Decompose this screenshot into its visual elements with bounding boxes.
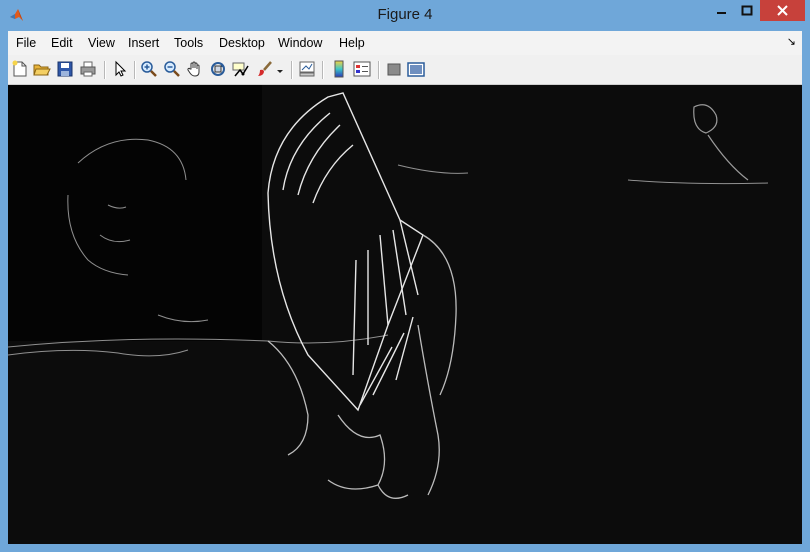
figure-toolbar bbox=[8, 55, 802, 85]
pan-icon[interactable] bbox=[186, 60, 204, 78]
menu-dock-arrow-icon[interactable]: ↘ bbox=[787, 35, 796, 48]
window-title: Figure 4 bbox=[377, 6, 433, 23]
menu-edit[interactable]: Edit bbox=[51, 36, 73, 50]
link-plot-icon[interactable] bbox=[298, 60, 316, 78]
zoom-out-icon[interactable] bbox=[163, 60, 181, 78]
toolbar-separator bbox=[134, 61, 136, 79]
figure-axes-image[interactable] bbox=[8, 85, 802, 544]
toolbar-separator bbox=[104, 61, 106, 79]
title-bar: Figure 4 bbox=[0, 0, 810, 31]
figure-window: Figure 4 File Edit View Insert Tools Des… bbox=[0, 0, 810, 552]
maximize-icon bbox=[741, 5, 753, 16]
edit-plot-icon[interactable] bbox=[111, 60, 129, 78]
rotate-3d-icon[interactable] bbox=[209, 60, 227, 78]
close-icon bbox=[777, 5, 788, 16]
menu-insert[interactable]: Insert bbox=[128, 36, 159, 50]
close-button[interactable] bbox=[760, 0, 805, 21]
hide-plot-tools-icon[interactable] bbox=[385, 60, 403, 78]
brush-icon[interactable] bbox=[256, 60, 274, 78]
open-file-icon[interactable] bbox=[33, 60, 51, 78]
menu-file[interactable]: File bbox=[16, 36, 36, 50]
menu-help[interactable]: Help bbox=[339, 36, 365, 50]
legend-icon[interactable] bbox=[353, 60, 371, 78]
save-icon[interactable] bbox=[56, 60, 74, 78]
menu-bar: File Edit View Insert Tools Desktop Wind… bbox=[8, 31, 802, 55]
minimize-icon bbox=[717, 12, 726, 14]
menu-desktop[interactable]: Desktop bbox=[219, 36, 265, 50]
toolbar-separator bbox=[322, 61, 324, 79]
print-icon[interactable] bbox=[79, 60, 97, 78]
menu-view[interactable]: View bbox=[88, 36, 115, 50]
menu-tools[interactable]: Tools bbox=[174, 36, 203, 50]
data-cursor-icon[interactable] bbox=[232, 60, 250, 78]
toolbar-separator bbox=[291, 61, 293, 79]
menu-window[interactable]: Window bbox=[278, 36, 322, 50]
show-plot-tools-icon[interactable] bbox=[407, 60, 425, 78]
toolbar-separator bbox=[378, 61, 380, 79]
zoom-in-icon[interactable] bbox=[140, 60, 158, 78]
minimize-button[interactable] bbox=[708, 0, 734, 21]
new-figure-icon[interactable] bbox=[11, 60, 29, 78]
brush-dropdown-icon[interactable] bbox=[276, 60, 284, 78]
maximize-button[interactable] bbox=[734, 0, 760, 21]
colorbar-icon[interactable] bbox=[330, 60, 348, 78]
